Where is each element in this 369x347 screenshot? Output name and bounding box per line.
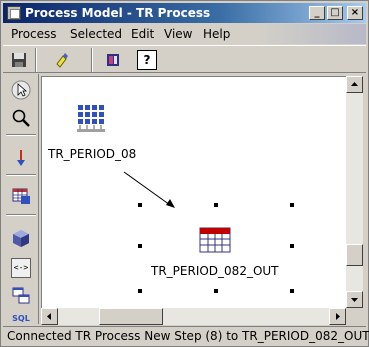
magnifier-icon[interactable] [11,108,31,128]
palette-separator [6,174,36,176]
palette-separator [6,214,36,216]
selection-handle[interactable] [290,203,294,207]
vertical-scroll-thumb[interactable] [346,244,363,266]
table-grid-icon[interactable] [11,186,31,206]
menu-edit[interactable]: Edit [131,27,154,41]
scroll-down-button[interactable] [346,291,363,308]
menu-bar-decoration [256,24,366,44]
toolbar: ? [3,45,366,73]
scrollbar-corner [346,308,363,325]
palette-separator [6,134,36,136]
program-icon[interactable]: <-> [11,258,31,278]
scroll-left-button[interactable] [41,308,58,325]
close-button[interactable]: × [347,6,363,20]
tool-palette: <-> SQL [3,74,39,324]
table-icon[interactable] [199,227,231,253]
process-canvas[interactable]: TR_PERIOD_08 TR_PERIOD_082_OUT [41,76,346,308]
window-icon[interactable] [7,6,21,20]
selection-handle[interactable] [290,289,294,293]
connector-arrow-icon[interactable] [11,148,31,168]
menu-bar: Process Selected Edit View Help [3,24,366,44]
sql-icon[interactable]: SQL [11,314,31,324]
menu-process[interactable]: Process [11,27,57,41]
window-title: Process Model - TR Process [25,6,211,20]
selection-handle[interactable] [214,203,218,207]
status-text: Connected TR Process New Step (8) to TR_… [7,329,369,343]
node-label-table[interactable]: TR_PERIOD_082_OUT [151,264,279,278]
menu-help[interactable]: Help [203,27,230,41]
minimize-button[interactable]: _ [309,6,325,20]
process-model-window: Process Model - TR Process _ □ × Process… [0,0,369,347]
scroll-right-button[interactable] [329,308,346,325]
selection-handle[interactable] [138,203,142,207]
menu-selected[interactable]: Selected [70,27,122,41]
tables-icon[interactable] [11,286,31,306]
toolbar-separator [91,48,93,72]
selection-handle[interactable] [138,244,142,248]
save-icon[interactable] [9,50,29,70]
pointer-arrow-icon[interactable] [11,80,31,100]
highlighter-icon[interactable] [53,50,73,70]
selection-handle[interactable] [214,289,218,293]
selection-handle[interactable] [138,289,142,293]
vertical-scrollbar[interactable] [346,76,363,308]
menu-view[interactable]: View [164,27,192,41]
toolbar-separator [35,48,37,72]
maximize-button[interactable]: □ [327,6,343,20]
scroll-up-button[interactable] [346,76,363,93]
title-bar[interactable]: Process Model - TR Process _ □ × [3,3,366,23]
selection-handle[interactable] [290,244,294,248]
cube-icon[interactable] [11,228,31,248]
horizontal-scroll-thumb[interactable] [99,308,163,325]
status-bar: Connected TR Process New Step (8) to TR_… [3,326,369,345]
book-icon[interactable] [103,50,123,70]
help-icon[interactable]: ? [137,50,157,70]
horizontal-scrollbar[interactable] [41,308,346,325]
